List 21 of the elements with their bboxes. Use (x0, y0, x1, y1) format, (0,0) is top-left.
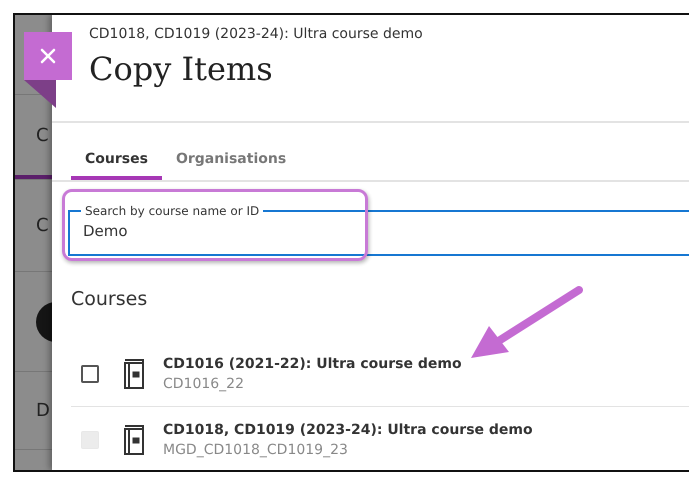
tab[interactable]: Organisations (162, 123, 300, 180)
close-button[interactable] (24, 32, 72, 80)
course-id: MGD_CD1018_CD1019_23 (163, 442, 349, 458)
section-title: Courses (71, 288, 148, 310)
close-button-fold (24, 80, 56, 108)
tab[interactable]: Courses (71, 123, 162, 180)
field-label: Search by course name or ID (84, 204, 260, 218)
panel-title: Copy Items (89, 50, 273, 88)
background-tab-underline (15, 175, 52, 179)
course-id: CD1016_22 (163, 376, 245, 392)
checkbox[interactable] (81, 365, 99, 383)
background-letter: D (36, 400, 50, 421)
course-title: CD1018, CD1019 (2023-24): Ultra course demo (163, 422, 533, 438)
course-subtitle: CD1018, CD1019 (2023-24): Ultra course demo (89, 26, 423, 42)
course-title: CD1016 (2021-22): Ultra course demo (163, 356, 462, 372)
background-letter: C (36, 215, 49, 236)
search-input[interactable]: Demo (83, 222, 283, 240)
search-field[interactable]: Search by course name or ID Demo (68, 204, 689, 256)
course-book-icon (121, 359, 147, 389)
course-book-icon (121, 425, 147, 455)
background-letter: C (35, 125, 49, 146)
